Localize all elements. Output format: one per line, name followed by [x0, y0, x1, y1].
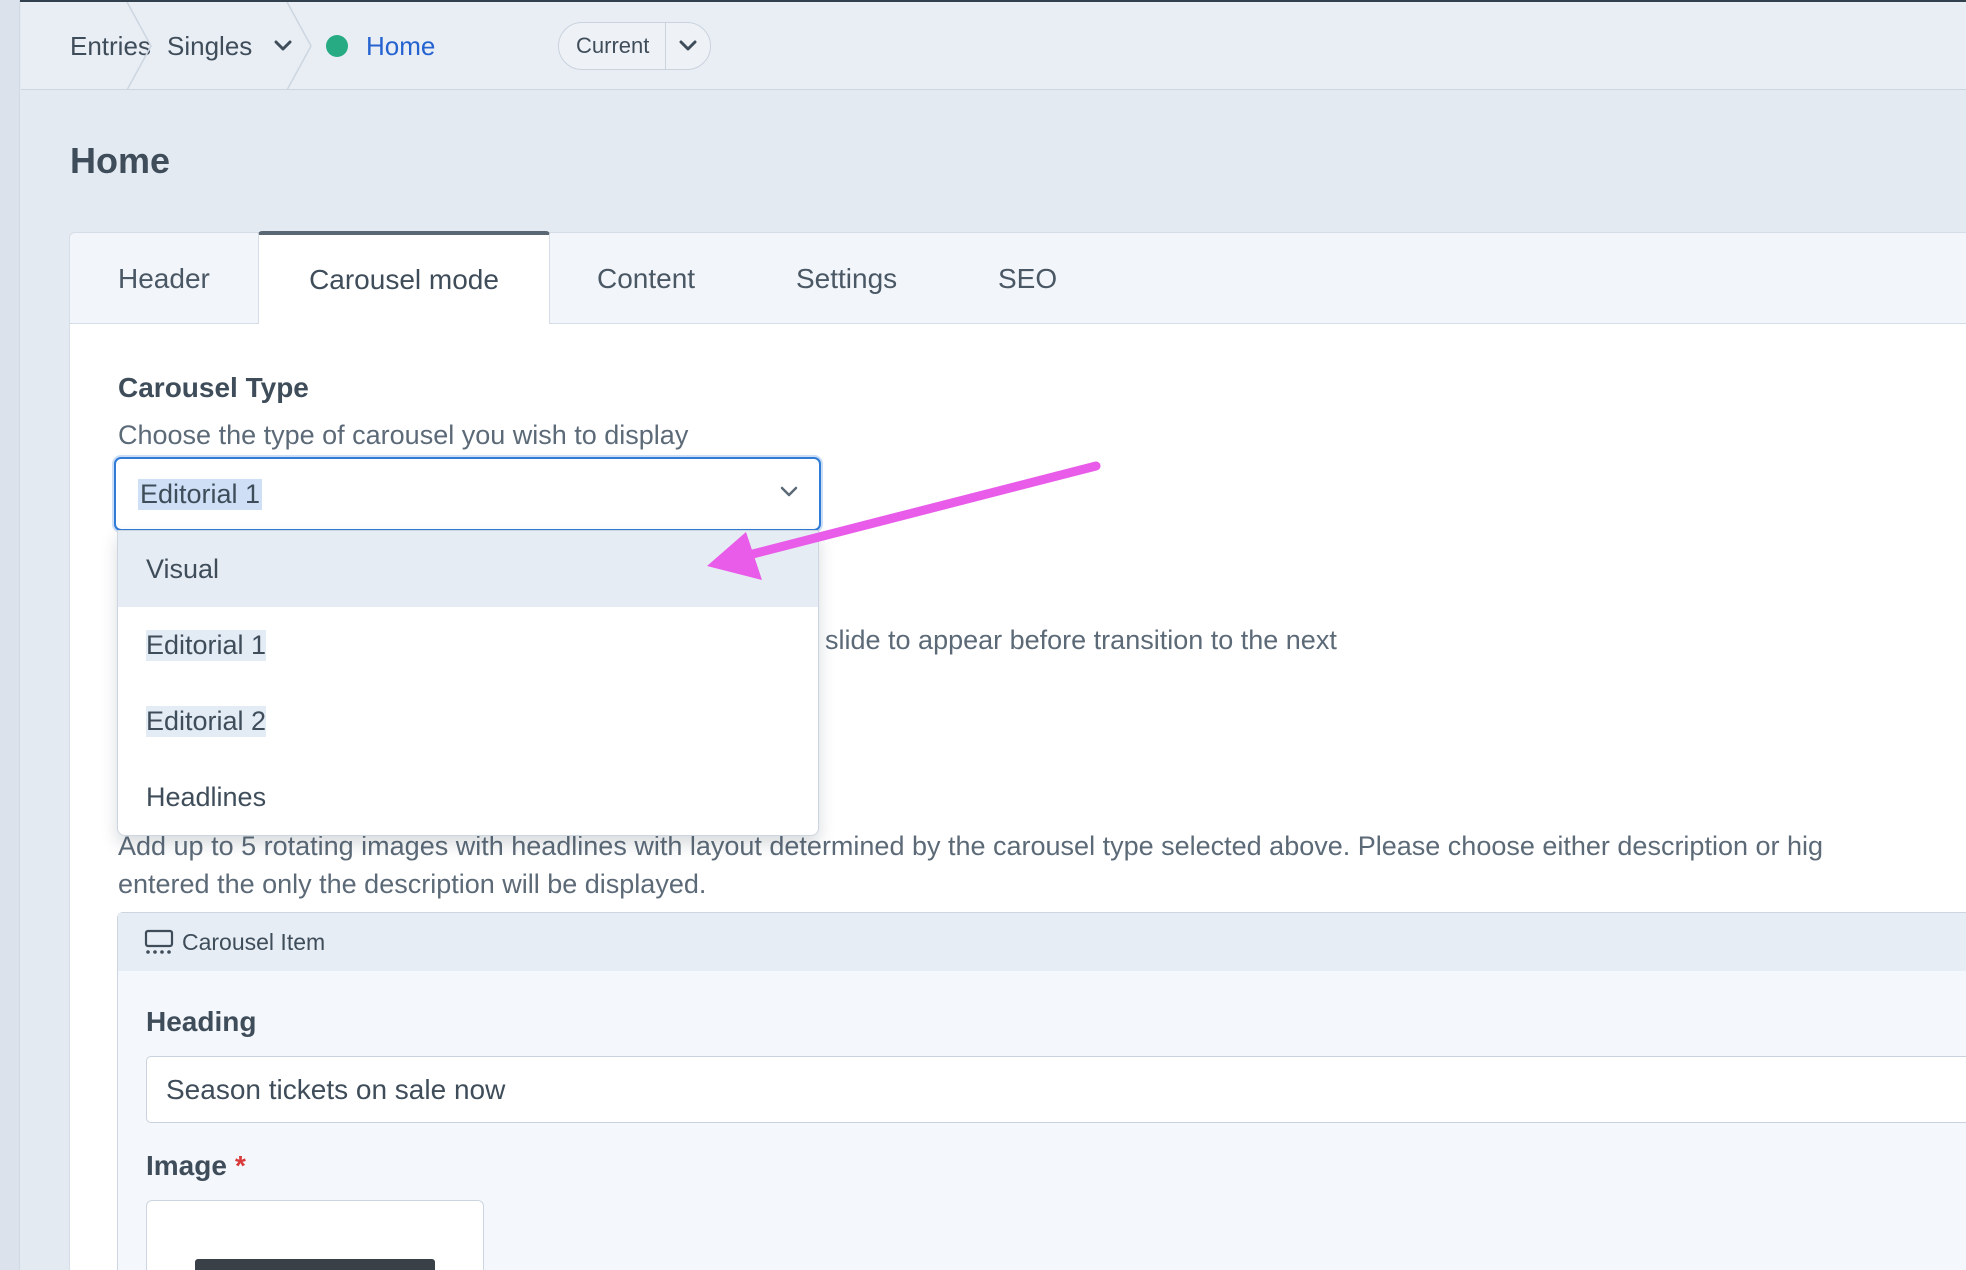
tab-settings-label: Settings — [796, 262, 898, 294]
image-field[interactable] — [146, 1200, 484, 1270]
carousel-type-select[interactable]: Editorial 1 — [114, 457, 821, 531]
required-indicator: * — [234, 1150, 246, 1181]
tab-carousel-mode[interactable]: Carousel mode — [258, 231, 550, 324]
slide-duration-instructions: slide to appear before transition to the… — [825, 625, 1337, 655]
option-headlines-label: Headlines — [146, 781, 267, 812]
tab-settings[interactable]: Settings — [796, 233, 897, 324]
breadcrumb-singles[interactable]: Singles — [167, 2, 292, 90]
image-thumbnail[interactable] — [195, 1259, 435, 1270]
carousel-type-selected-value: Editorial 1 — [138, 479, 263, 510]
tab-header[interactable]: Header — [118, 233, 210, 324]
heading-label: Heading — [146, 1006, 257, 1037]
carousel-type-label: Carousel Type — [118, 372, 309, 403]
tab-content-label: Content — [597, 262, 696, 294]
tab-seo[interactable]: SEO — [998, 233, 1057, 324]
tab-content[interactable]: Content — [597, 233, 695, 324]
status-live-icon — [326, 35, 348, 57]
carousel-icon — [144, 929, 174, 954]
image-label-text: Image — [146, 1150, 227, 1181]
revision-label: Current — [559, 23, 667, 69]
breadcrumb-separator-icon — [126, 2, 152, 90]
tab-header-label: Header — [118, 262, 210, 294]
carousel-item-header[interactable]: Carousel Item — [118, 913, 1966, 971]
option-editorial-2-label: Editorial 2 — [146, 705, 267, 737]
carousel-type-instructions: Choose the type of carousel you wish to … — [118, 420, 689, 450]
heading-input[interactable] — [146, 1056, 1966, 1123]
breadcrumb-separator-icon — [286, 2, 312, 90]
page-title: Home — [70, 140, 171, 181]
tab-bar: Header Carousel mode Content Settings SE… — [70, 231, 1966, 324]
tab-seo-label: SEO — [998, 262, 1058, 294]
breadcrumb-home[interactable]: Home — [326, 2, 435, 90]
breadcrumb-singles-label: Singles — [167, 30, 253, 61]
carousel-item-title: Carousel Item — [182, 928, 326, 955]
sidebar-edge — [0, 0, 20, 1270]
option-visual[interactable]: Visual — [118, 531, 818, 607]
breadcrumb: Entries Singles Home Current — [21, 2, 1966, 90]
revision-selector[interactable]: Current — [558, 22, 712, 70]
option-editorial-2[interactable]: Editorial 2 — [118, 683, 818, 759]
image-label: Image * — [146, 1150, 246, 1182]
tab-carousel-mode-label: Carousel mode — [309, 263, 499, 295]
breadcrumb-home-label: Home — [366, 30, 436, 61]
chevron-down-icon — [780, 486, 798, 497]
chevron-down-icon — [679, 40, 697, 51]
option-editorial-1-label: Editorial 1 — [146, 629, 267, 661]
option-visual-label: Visual — [146, 553, 220, 584]
option-editorial-1[interactable]: Editorial 1 — [118, 607, 818, 683]
option-headlines[interactable]: Headlines — [118, 759, 818, 835]
carousel-items-instructions-line2: entered the only the description will be… — [118, 869, 707, 899]
carousel-type-dropdown: Visual Editorial 1 Editorial 2 Headlines — [117, 530, 819, 836]
revision-menu-button[interactable] — [666, 23, 710, 69]
